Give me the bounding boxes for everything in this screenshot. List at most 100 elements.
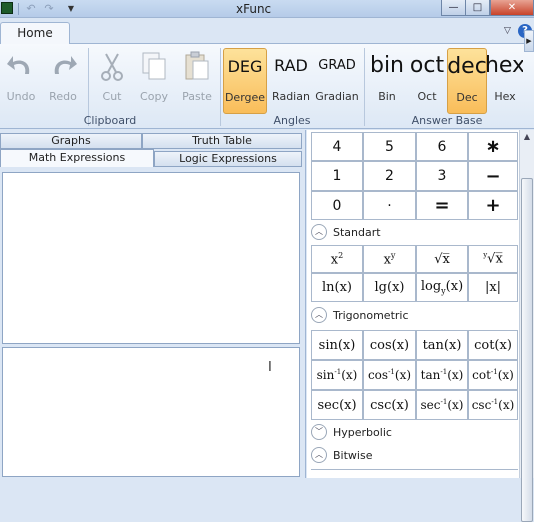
- ribbon-tab-home[interactable]: Home: [0, 22, 70, 44]
- ribbon: Undo Redo Cut Copy Paste Clipboard DEG D…: [0, 43, 534, 129]
- key-6[interactable]: 6: [416, 132, 468, 161]
- scrollbar-thumb[interactable]: [521, 178, 533, 522]
- cut-label: Cut: [102, 90, 122, 103]
- quick-access-dropdown-icon[interactable]: ▼: [66, 2, 76, 15]
- copy-button[interactable]: Copy: [136, 48, 172, 114]
- key-minus[interactable]: −: [468, 161, 518, 191]
- csc-button[interactable]: csc(x): [363, 390, 416, 420]
- tan-button[interactable]: tan(x): [416, 330, 468, 360]
- arccsc-button[interactable]: csc-1(x): [468, 390, 518, 420]
- dec-label: Dec: [456, 91, 478, 104]
- chevron-down-icon[interactable]: ﹀: [311, 424, 327, 440]
- oct-text: oct: [409, 53, 445, 78]
- abs-button[interactable]: |x|: [468, 273, 518, 302]
- section-standart-header[interactable]: ︿ Standart: [311, 222, 381, 242]
- quick-access-separator: [18, 3, 19, 15]
- arcsec-button[interactable]: sec-1(x): [416, 390, 468, 420]
- key-equals[interactable]: =: [416, 191, 468, 220]
- scroll-up-icon[interactable]: ▲: [520, 130, 534, 144]
- redo-label: Redo: [49, 90, 77, 103]
- right-panel-scrollbar[interactable]: ▲: [519, 130, 534, 522]
- arccos-button[interactable]: cos-1(x): [363, 360, 416, 390]
- bitwise-keypad-partial: [311, 469, 518, 478]
- angles-group-label: Angles: [273, 114, 311, 127]
- ribbon-scroll-right-icon[interactable]: ▶: [524, 30, 534, 52]
- hex-text: hex: [487, 53, 523, 78]
- answer-base-group-label: Answer Base: [411, 114, 483, 127]
- ribbon-tab-strip: [0, 18, 534, 42]
- arctan-button[interactable]: tan-1(x): [416, 360, 468, 390]
- quick-redo-icon[interactable]: ↷: [42, 2, 56, 15]
- base-binary-button[interactable]: bin Bin: [367, 48, 407, 114]
- window-title: xFunc: [236, 2, 272, 16]
- undo-button[interactable]: Undo: [3, 48, 39, 114]
- key-multiply[interactable]: ∗: [468, 132, 518, 161]
- log-base-button[interactable]: logy(x): [416, 273, 468, 302]
- oct-label: Oct: [417, 90, 437, 103]
- section-hyperbolic-header[interactable]: ﹀ Hyperbolic: [311, 422, 392, 442]
- square-button[interactable]: x2: [311, 245, 363, 273]
- grad-text: GRAD: [318, 58, 356, 73]
- chevron-up-icon[interactable]: ︿: [311, 447, 327, 463]
- quick-undo-icon[interactable]: ↶: [24, 2, 38, 15]
- key-2[interactable]: 2: [363, 161, 416, 191]
- rad-label: Radian: [272, 90, 310, 103]
- key-3[interactable]: 3: [416, 161, 468, 191]
- hex-label: Hex: [494, 90, 516, 103]
- grad-label: Gradian: [315, 90, 359, 103]
- key-0[interactable]: 0: [311, 191, 363, 220]
- key-1[interactable]: 1: [311, 161, 363, 191]
- section-trigonometric-header[interactable]: ︿ Trigonometric: [311, 305, 409, 325]
- text-cursor-icon: I: [268, 360, 272, 375]
- close-button[interactable]: ✕: [490, 0, 534, 16]
- title-bar: ↶ ↷ ▼ xFunc — □ ✕: [0, 0, 534, 18]
- ln-button[interactable]: ln(x): [311, 273, 363, 302]
- key-4[interactable]: 4: [311, 132, 363, 161]
- angle-gradian-button[interactable]: GRAD Gradian: [314, 48, 360, 114]
- bin-text: bin: [369, 53, 405, 78]
- section-bitwise-title: Bitwise: [333, 448, 373, 462]
- root-button[interactable]: y√x̅: [468, 245, 518, 273]
- key-plus[interactable]: +: [468, 191, 518, 220]
- section-bitwise-header[interactable]: ︿ Bitwise: [311, 445, 372, 465]
- expression-input-area[interactable]: [2, 347, 300, 477]
- cos-button[interactable]: cos(x): [363, 330, 416, 360]
- angle-degree-button[interactable]: DEG Dergee: [223, 48, 267, 114]
- sqrt-button[interactable]: √x̅: [416, 245, 468, 273]
- copy-icon: [136, 48, 172, 84]
- redo-button[interactable]: Redo: [45, 48, 81, 114]
- power-button[interactable]: xy: [363, 245, 416, 273]
- base-hex-button[interactable]: hex Hex: [487, 48, 523, 114]
- lg-button[interactable]: lg(x): [363, 273, 416, 302]
- minimize-button[interactable]: —: [441, 0, 466, 16]
- base-octal-button[interactable]: oct Oct: [407, 48, 447, 114]
- paste-button[interactable]: Paste: [178, 48, 216, 114]
- deg-text: DEG: [227, 57, 263, 76]
- sin-button[interactable]: sin(x): [311, 330, 363, 360]
- arccot-button[interactable]: cot-1(x): [468, 360, 518, 390]
- maximize-button[interactable]: □: [465, 0, 490, 16]
- base-decimal-button[interactable]: dec Dec: [447, 48, 487, 114]
- expression-history-area[interactable]: [2, 172, 300, 344]
- tab-truth-table[interactable]: Truth Table: [142, 133, 302, 149]
- key-dot[interactable]: ·: [363, 191, 416, 220]
- cut-button[interactable]: Cut: [94, 48, 130, 114]
- angle-radian-button[interactable]: RAD Radian: [269, 48, 313, 114]
- tab-graphs[interactable]: Graphs: [0, 133, 142, 149]
- deg-label: Dergee: [224, 91, 266, 104]
- chevron-up-icon[interactable]: ︿: [311, 224, 327, 240]
- section-hyperbolic-title: Hyperbolic: [333, 425, 392, 439]
- paste-icon: [178, 48, 216, 84]
- redo-icon: [45, 48, 81, 84]
- sec-button[interactable]: sec(x): [311, 390, 363, 420]
- cot-button[interactable]: cot(x): [468, 330, 518, 360]
- copy-label: Copy: [140, 90, 168, 103]
- tab-math-expressions[interactable]: Math Expressions: [0, 149, 154, 167]
- chevron-up-icon[interactable]: ︿: [311, 307, 327, 323]
- dec-text: dec: [447, 54, 487, 79]
- key-5[interactable]: 5: [363, 132, 416, 161]
- tab-logic-expressions[interactable]: Logic Expressions: [154, 151, 302, 167]
- ribbon-collapse-icon[interactable]: ▽: [504, 26, 511, 36]
- app-icon[interactable]: [1, 2, 13, 14]
- arcsin-button[interactable]: sin-1(x): [311, 360, 363, 390]
